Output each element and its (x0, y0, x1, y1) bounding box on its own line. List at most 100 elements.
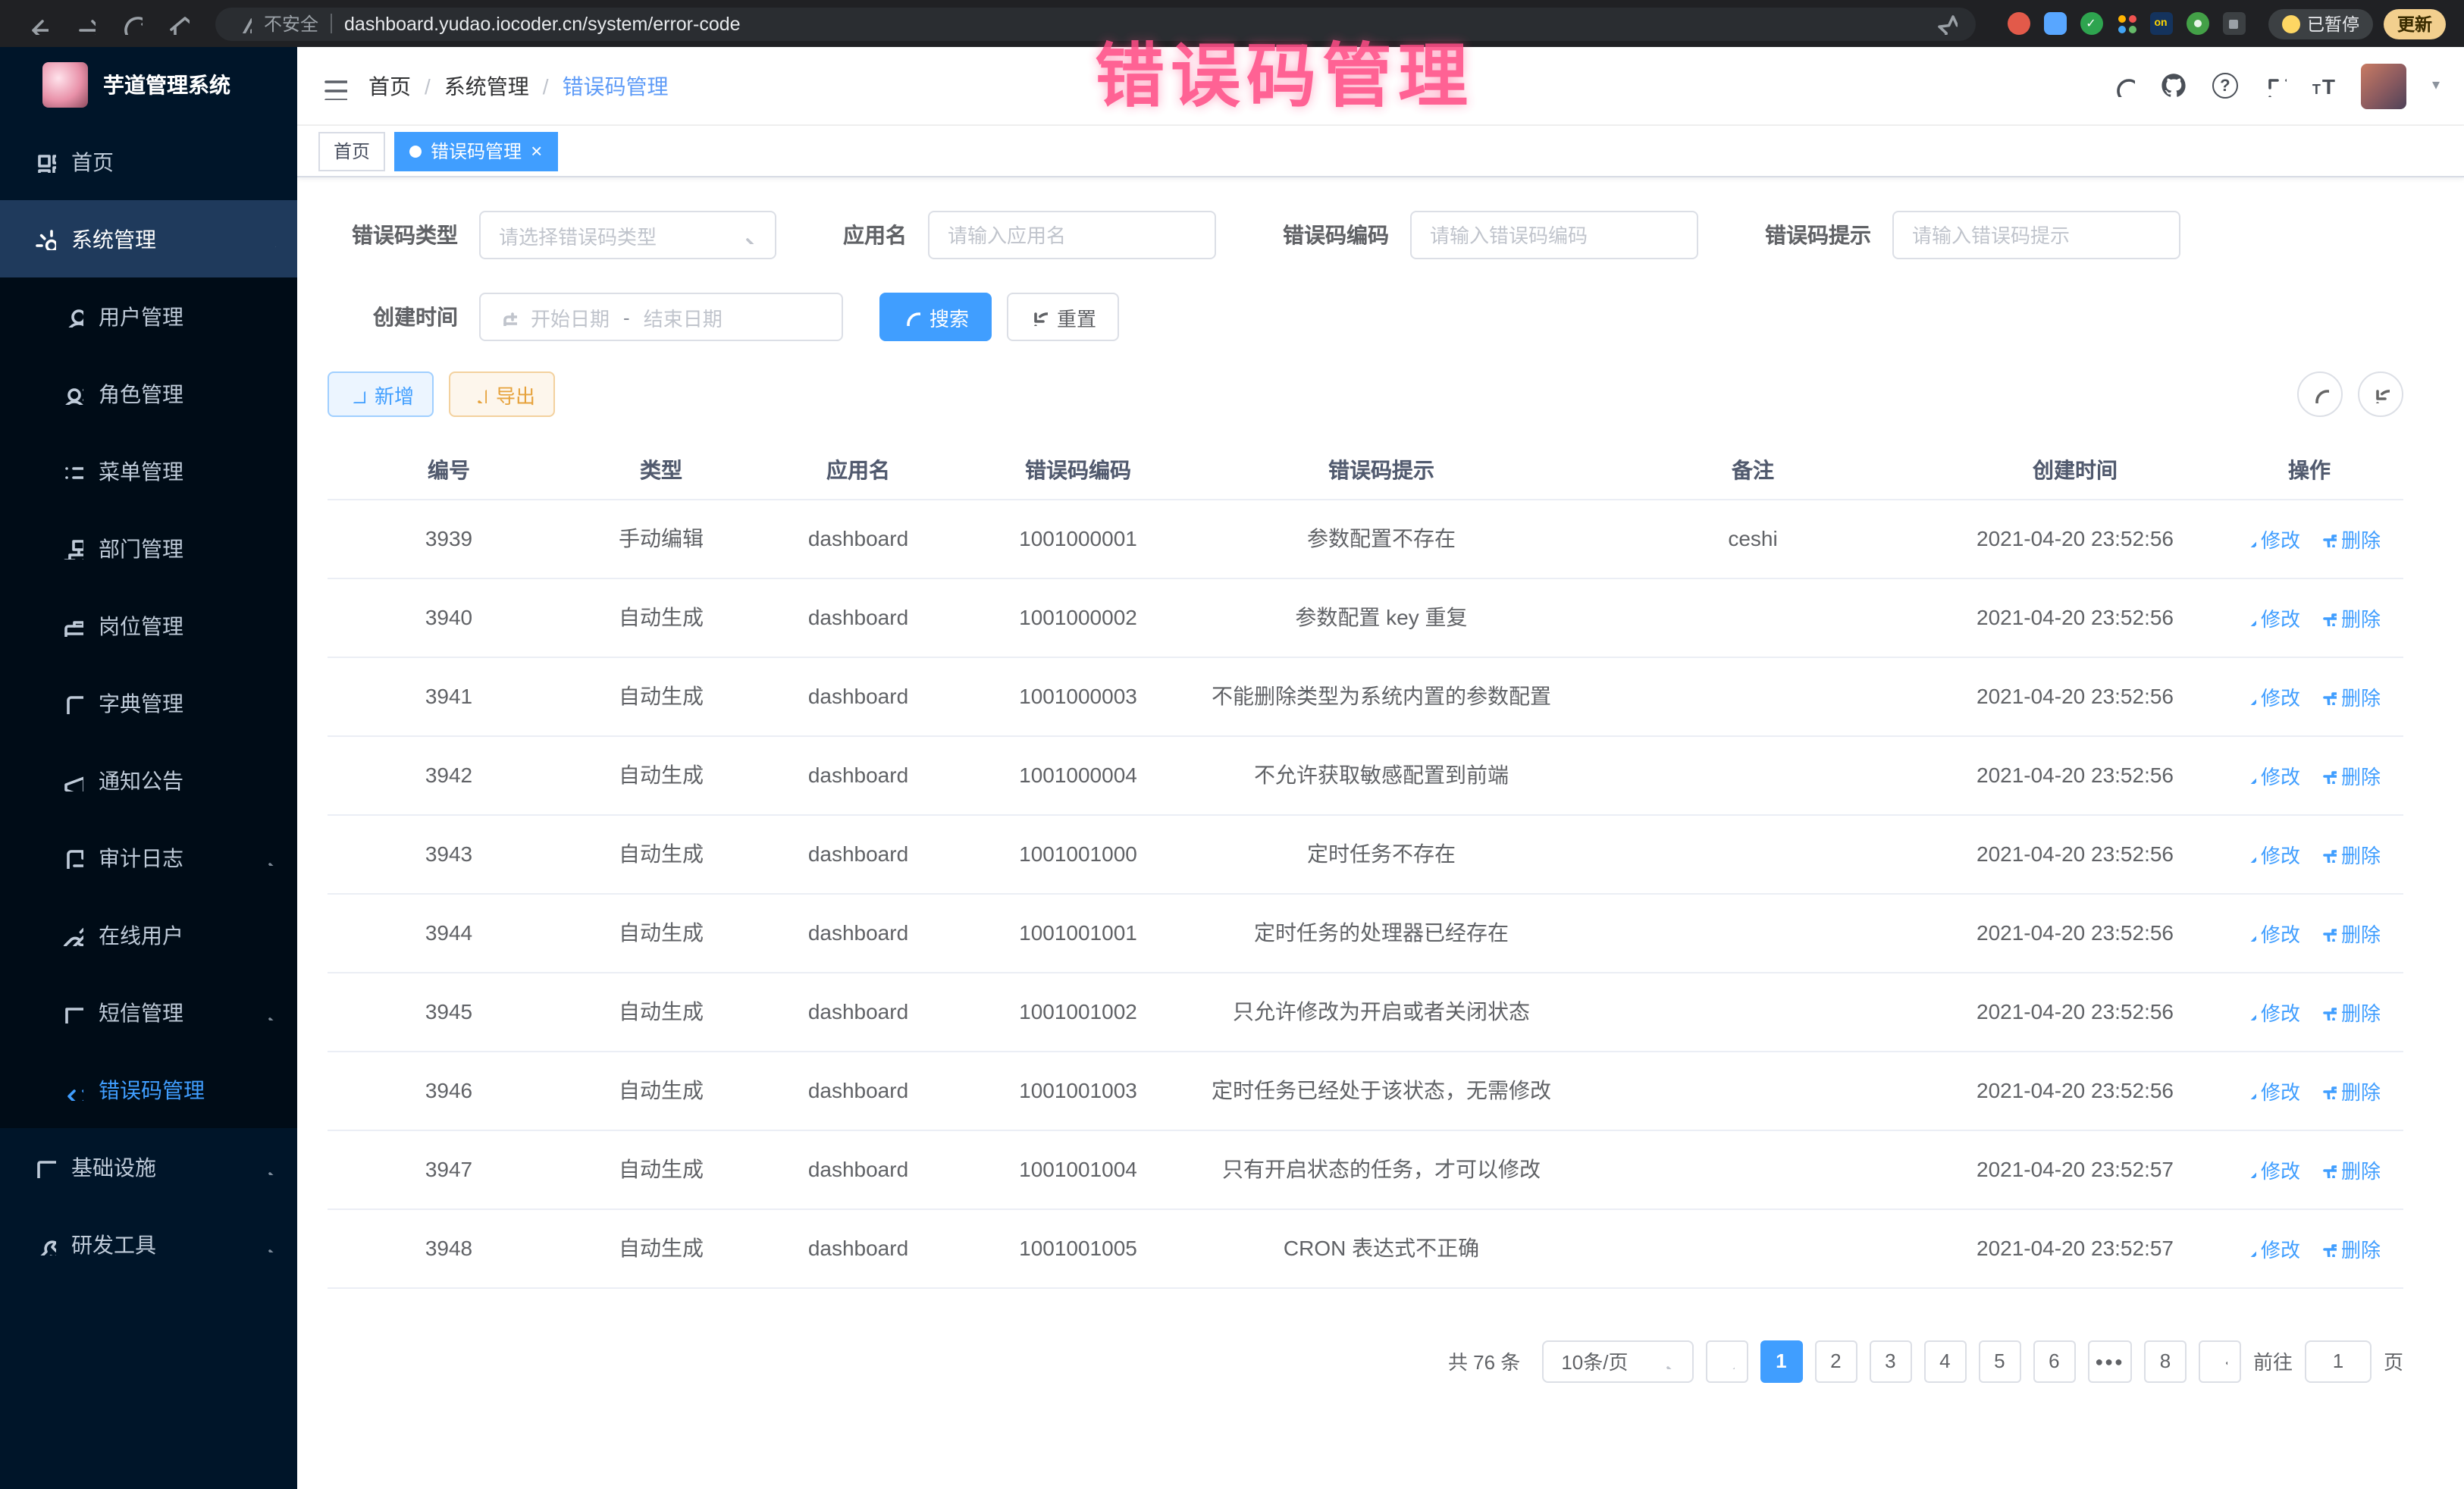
edit-button[interactable]: 修改 (2238, 1155, 2300, 1183)
page-button-last[interactable]: 8 (2144, 1340, 2187, 1382)
edit-button[interactable]: 修改 (2238, 603, 2300, 632)
delete-button[interactable]: 删除 (2318, 603, 2381, 632)
app-name-input[interactable] (928, 211, 1216, 259)
close-icon[interactable]: × (531, 141, 542, 161)
delete-button[interactable]: 删除 (2318, 1155, 2381, 1183)
avatar[interactable] (2361, 63, 2406, 108)
page-button-3[interactable]: 3 (1869, 1340, 1911, 1382)
search-button[interactable]: 搜索 (879, 293, 992, 341)
sidebar-item-error-code[interactable]: 错误码管理 (0, 1051, 297, 1128)
pagination: 共 76 条 10条/页 1 2 3 4 5 6 ●●● 8 前往 页 (328, 1340, 2403, 1382)
reload-icon[interactable] (112, 5, 149, 42)
font-size-icon[interactable]: TT (2312, 74, 2335, 98)
update-button[interactable]: 更新 (2384, 8, 2446, 39)
prev-page-button[interactable] (1705, 1340, 1748, 1382)
extension-icon[interactable] (2043, 12, 2066, 35)
home-icon[interactable] (159, 5, 196, 42)
cell-actions: 修改 删除 (2215, 1130, 2403, 1208)
date-range-picker[interactable]: 开始日期 - 结束日期 (479, 293, 843, 341)
sidebar-item-posts[interactable]: 岗位管理 (0, 587, 297, 664)
delete-button[interactable]: 删除 (2318, 524, 2381, 553)
sidebar-item-infrastructure[interactable]: 基础设施 (0, 1128, 297, 1205)
page-size-select[interactable]: 10条/页 (1541, 1340, 1693, 1382)
cell-app: dashboard (752, 1208, 964, 1287)
col-created: 创建时间 (1935, 441, 2215, 499)
edit-button[interactable]: 修改 (2238, 524, 2300, 553)
sidebar-item-online-users[interactable]: 在线用户 (0, 896, 297, 973)
error-code-input[interactable] (1410, 211, 1698, 259)
sidebar-item-users[interactable]: 用户管理 (0, 277, 297, 355)
back-icon[interactable] (18, 5, 55, 42)
tab-home[interactable]: 首页 (318, 131, 385, 171)
fullscreen-icon[interactable] (2264, 74, 2287, 97)
screen: 不安全 dashboard.yudao.iocoder.cn/system/er… (0, 0, 2464, 1489)
hamburger-icon[interactable] (320, 72, 347, 99)
breadcrumb-home[interactable]: 首页 (368, 71, 411, 101)
sidebar-item-dev-tools[interactable]: 研发工具 (0, 1205, 297, 1283)
app-logo-row[interactable]: 芋道管理系统 (0, 47, 297, 123)
page-button-4[interactable]: 4 (1923, 1340, 1966, 1382)
bookmark-star-icon[interactable] (1934, 12, 1957, 35)
edit-button[interactable]: 修改 (2238, 997, 2300, 1026)
next-page-button[interactable] (2199, 1340, 2241, 1382)
extension-icon[interactable]: on (2149, 12, 2172, 35)
page-button-5[interactable]: 5 (1978, 1340, 2020, 1382)
page-button-2[interactable]: 2 (1814, 1340, 1857, 1382)
sidebar-item-roles[interactable]: 角色管理 (0, 355, 297, 432)
github-icon[interactable] (2161, 73, 2187, 99)
error-message-input[interactable] (1892, 211, 2180, 259)
breadcrumb-system[interactable]: 系统管理 (444, 71, 529, 101)
edit-button[interactable]: 修改 (2238, 1234, 2300, 1262)
search-icon[interactable] (2112, 74, 2135, 97)
cell-id: 3942 (328, 735, 570, 814)
sidebar-item-audit-log[interactable]: 审计日志 (0, 819, 297, 896)
extension-icon[interactable] (2007, 12, 2030, 35)
chat-icon (61, 1001, 83, 1023)
edit-button[interactable]: 修改 (2238, 918, 2300, 947)
add-button[interactable]: 新增 (328, 371, 434, 417)
sidebar-item-menus[interactable]: 菜单管理 (0, 432, 297, 509)
address-bar[interactable]: 不安全 dashboard.yudao.iocoder.cn/system/er… (215, 7, 1975, 40)
sidebar-item-dict[interactable]: 字典管理 (0, 664, 297, 741)
delete-button[interactable]: 删除 (2318, 1234, 2381, 1262)
goto-page-input[interactable] (2305, 1340, 2372, 1382)
extension-icon[interactable] (2080, 12, 2102, 35)
toggle-search-button[interactable] (2297, 371, 2343, 417)
sidebar-item-home[interactable]: 首页 (0, 123, 297, 200)
sidebar-item-departments[interactable]: 部门管理 (0, 509, 297, 587)
page-button-6[interactable]: 6 (2033, 1340, 2075, 1382)
cell-id: 3946 (328, 1051, 570, 1130)
delete-button[interactable]: 删除 (2318, 760, 2381, 789)
extension-icon[interactable] (2186, 12, 2209, 35)
help-icon[interactable] (2212, 73, 2238, 99)
delete-button[interactable]: 删除 (2318, 997, 2381, 1026)
page-button-1[interactable]: 1 (1760, 1340, 1802, 1382)
extension-icon[interactable] (2222, 12, 2245, 35)
cell-app: dashboard (752, 657, 964, 735)
paused-badge[interactable]: 已暂停 (2268, 8, 2373, 39)
edit-button[interactable]: 修改 (2238, 760, 2300, 789)
extension-icon[interactable] (2116, 14, 2136, 33)
delete-button[interactable]: 删除 (2318, 1076, 2381, 1105)
reset-button[interactable]: 重置 (1007, 293, 1119, 341)
cell-id: 3944 (328, 893, 570, 972)
more-pages-button[interactable]: ●●● (2087, 1340, 2132, 1382)
tab-error-code[interactable]: 错误码管理 × (394, 131, 557, 171)
sidebar-item-sms[interactable]: 短信管理 (0, 973, 297, 1051)
trash-icon (2318, 845, 2337, 863)
edit-button[interactable]: 修改 (2238, 682, 2300, 710)
sidebar-item-notice[interactable]: 通知公告 (0, 741, 297, 819)
delete-button[interactable]: 删除 (2318, 682, 2381, 710)
delete-button[interactable]: 删除 (2318, 918, 2381, 947)
chevron-down-icon[interactable]: ▾ (2432, 77, 2440, 94)
briefcase-icon (61, 614, 83, 637)
error-type-select[interactable]: 请选择错误码类型 (479, 211, 776, 259)
edit-button[interactable]: 修改 (2238, 1076, 2300, 1105)
export-button[interactable]: 导出 (449, 371, 555, 417)
sidebar-item-label: 在线用户 (99, 920, 183, 950)
edit-button[interactable]: 修改 (2238, 839, 2300, 868)
delete-button[interactable]: 删除 (2318, 839, 2381, 868)
refresh-table-button[interactable] (2358, 371, 2403, 417)
forward-icon[interactable] (65, 5, 102, 42)
sidebar-item-system[interactable]: 系统管理 (0, 200, 297, 277)
